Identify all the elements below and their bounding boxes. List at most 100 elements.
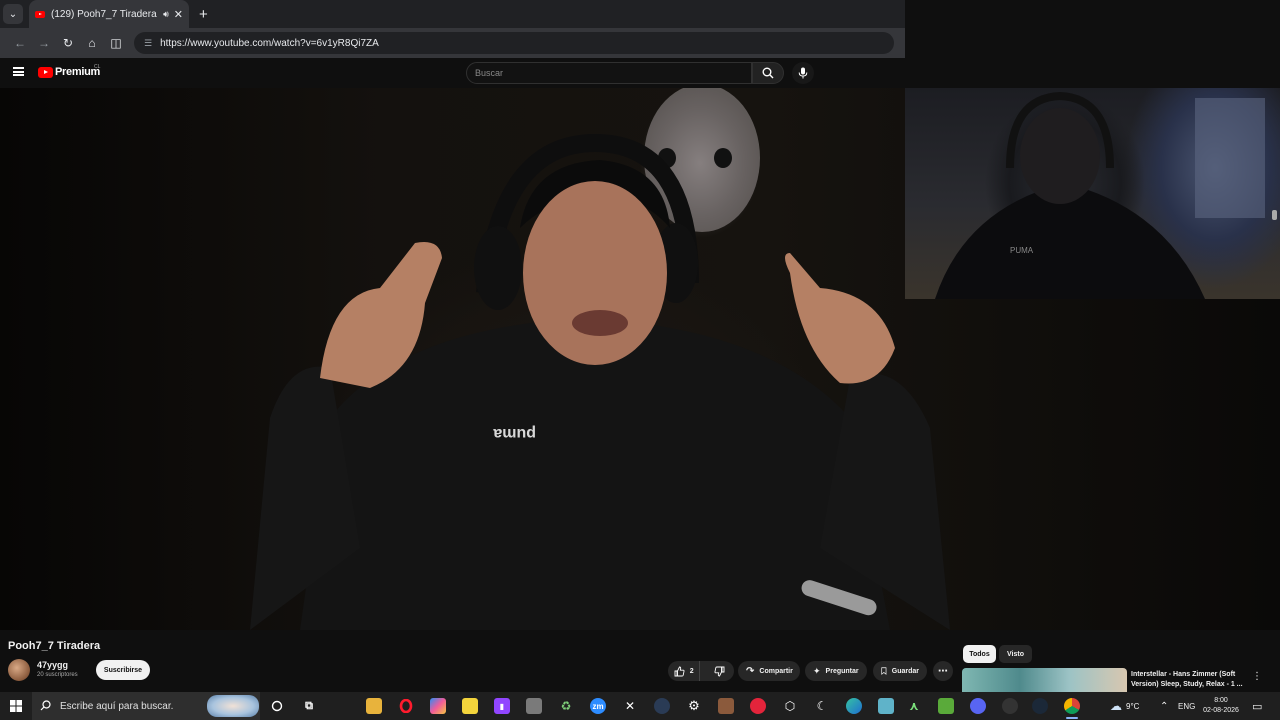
chip-watched[interactable]: Visto <box>999 645 1032 663</box>
share-button[interactable]: ↷ Compartir <box>738 661 800 681</box>
close-tab-icon[interactable]: ✕ <box>174 8 183 21</box>
clock-time: 8:00 <box>1214 697 1228 704</box>
voice-search-button[interactable] <box>792 62 814 84</box>
right-hand-thumbs-up <box>785 253 895 384</box>
clock-date: 02-08-2026 <box>1203 707 1239 714</box>
taskbar-search-placeholder: Escribe aquí para buscar. <box>60 700 174 712</box>
more-vertical-icon[interactable]: ⋮ <box>1252 671 1262 682</box>
more-actions-button[interactable]: ⋯ <box>933 661 953 681</box>
address-bar[interactable]: ☰ https://www.youtube.com/watch?v=6v1yR8… <box>134 32 894 54</box>
discord-icon[interactable] <box>970 698 986 714</box>
zoom-icon[interactable]: zm <box>590 698 606 714</box>
subscribe-button[interactable]: Suscribirse <box>96 660 150 680</box>
archive-icon[interactable] <box>526 698 542 714</box>
reload-icon[interactable]: ↻ <box>56 36 80 50</box>
clock[interactable]: 8:00 02-08-2026 <box>1200 696 1242 716</box>
menu-icon[interactable] <box>13 67 24 76</box>
thumbs-up-icon <box>674 666 685 676</box>
youtube-favicon-icon <box>35 10 45 18</box>
search-button[interactable] <box>752 62 784 84</box>
chrome-icon[interactable] <box>1064 698 1080 714</box>
subscriber-count: 20 suscriptores <box>37 672 78 678</box>
webcam-overlay: PUMA <box>905 88 1280 299</box>
youtube-masthead: Premium CL Buscar <box>0 58 905 88</box>
chevron-down-icon: ⌄ <box>8 8 18 20</box>
thumbs-down-icon <box>714 666 725 676</box>
recommendation-title[interactable]: Interstellar - Hans Zimmer (Soft Version… <box>1131 670 1243 690</box>
file-explorer-icon[interactable] <box>366 698 382 714</box>
like-count: 2 <box>689 667 694 675</box>
person-mouth <box>572 310 628 336</box>
svg-text:PUMA: PUMA <box>1010 246 1034 255</box>
red-app-icon[interactable] <box>750 698 766 714</box>
dislike-button[interactable] <box>705 661 734 681</box>
edge-icon[interactable] <box>846 698 862 714</box>
ghost-app-icon[interactable] <box>654 698 670 714</box>
ask-label: Preguntar <box>825 667 859 675</box>
channel-name[interactable]: 47yygg <box>37 660 68 670</box>
webcam-scene: PUMA <box>935 91 1265 299</box>
cloud-icon: ☁ <box>1110 699 1122 713</box>
search-icon <box>40 700 51 711</box>
language-indicator[interactable]: ENG <box>1178 692 1195 720</box>
cortana-icon[interactable] <box>269 698 285 714</box>
video-player[interactable]: puma PUMA <box>0 88 1280 630</box>
speaker-icon[interactable]: 🔊︎ <box>163 9 169 20</box>
hoodie-logo: puma <box>493 425 536 442</box>
capcut-icon[interactable]: ✕ <box>622 698 638 714</box>
youtube-logo-icon[interactable] <box>38 67 53 78</box>
microphone-icon <box>798 67 808 79</box>
split-view-icon[interactable]: ◫ <box>104 36 128 50</box>
site-info-icon[interactable]: ☰ <box>144 38 152 49</box>
windows-start-icon[interactable] <box>10 700 22 712</box>
terminal-icon[interactable]: ⋏ <box>906 698 922 714</box>
browser-tab-strip: ⌄ (129) Pooh7_7 Tiradera - YouTube 🔊︎ ✕ … <box>0 0 905 28</box>
temperature: 9°C <box>1126 701 1140 711</box>
browser-toolbar: ← → ↻ ⌂ ◫ ☰ https://www.youtube.com/watc… <box>0 28 905 58</box>
task-view-icon[interactable]: ⧉ <box>301 698 317 714</box>
tray-expand-icon[interactable]: ⌃ <box>1160 692 1168 720</box>
weather-widget[interactable]: ☁ 9°C <box>1110 692 1139 720</box>
chip-all[interactable]: Todos <box>963 645 996 663</box>
obs-icon[interactable] <box>1002 698 1018 714</box>
tab-search-button[interactable]: ⌄ <box>3 4 23 24</box>
logo-region: CL <box>94 64 101 70</box>
opera-icon[interactable] <box>398 698 414 714</box>
search-input[interactable]: Buscar <box>466 62 752 84</box>
browser-tab-youtube[interactable]: (129) Pooh7_7 Tiradera - YouTube 🔊︎ ✕ <box>29 0 189 28</box>
settings-icon[interactable]: ⚙ <box>686 698 702 714</box>
like-dislike-group: 2 <box>668 661 734 681</box>
video-info-area: Pooh7_7 Tiradera 47yygg 20 suscriptores … <box>0 630 1280 692</box>
forward-arrow-icon[interactable]: → <box>32 36 56 50</box>
search-highlight-image[interactable] <box>207 695 259 717</box>
person-face <box>523 181 667 365</box>
notifications-icon[interactable]: ▭ <box>1252 692 1262 720</box>
background-figure-eye <box>714 148 732 168</box>
twitch-icon[interactable]: ▮ <box>494 698 510 714</box>
steam-icon[interactable] <box>1032 698 1048 714</box>
recommendation-thumbnail[interactable] <box>962 668 1127 692</box>
headphone-cup <box>474 226 522 310</box>
new-tab-button[interactable]: + <box>199 6 208 23</box>
sticky-notes-icon[interactable] <box>462 698 478 714</box>
windows-taskbar: Escribe aquí para buscar. ⧉ ▮ ♻ zm ✕ ⚙ ⬡… <box>0 692 1280 720</box>
sparkle-icon: ✦ <box>813 665 821 676</box>
url-text: https://www.youtube.com/watch?v=6v1yR8Qi… <box>160 37 379 49</box>
like-button[interactable]: 2 <box>668 661 701 681</box>
video-title: Pooh7_7 Tiradera <box>8 640 101 652</box>
game-icon[interactable] <box>718 698 734 714</box>
screen: ⌄ (129) Pooh7_7 Tiradera - YouTube 🔊︎ ✕ … <box>0 0 1280 720</box>
search-icon <box>762 67 774 79</box>
recycle-icon[interactable]: ♻ <box>558 698 574 714</box>
save-button[interactable]: Guardar <box>873 661 927 681</box>
channel-avatar[interactable] <box>8 659 30 681</box>
back-arrow-icon[interactable]: ← <box>8 36 32 50</box>
scrollbar-thumb[interactable] <box>1272 210 1277 220</box>
cube-app-icon[interactable]: ⬡ <box>782 698 798 714</box>
store-icon[interactable] <box>878 698 894 714</box>
geforce-icon[interactable]: ☾ <box>814 698 830 714</box>
minecraft-icon[interactable] <box>938 698 954 714</box>
home-icon[interactable]: ⌂ <box>80 36 104 50</box>
ask-button[interactable]: ✦ Preguntar <box>805 661 867 681</box>
copilot-icon[interactable] <box>430 698 446 714</box>
